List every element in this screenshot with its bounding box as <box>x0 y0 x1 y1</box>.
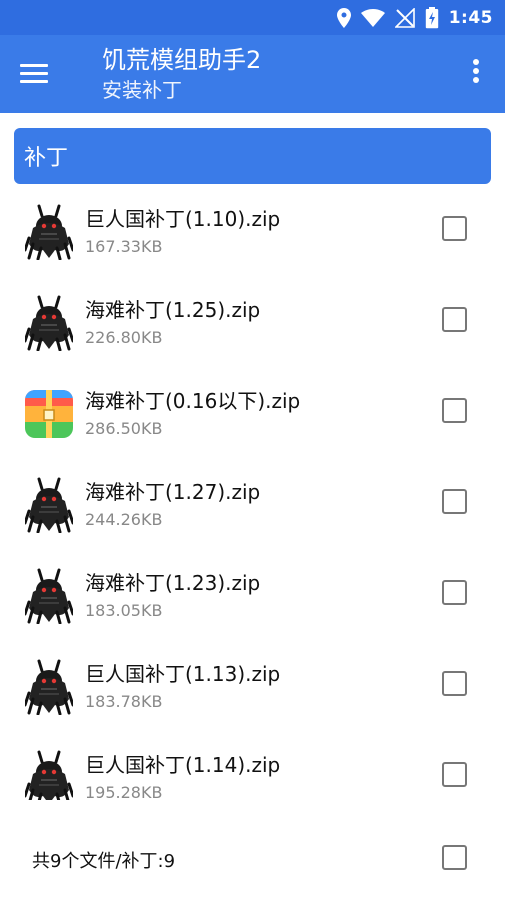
monster-icon <box>23 477 75 534</box>
app-title: 饥荒模组助手2 <box>102 46 262 74</box>
file-size: 183.78KB <box>85 692 163 711</box>
file-name: 海难补丁(1.27).zip <box>85 480 261 504</box>
select-all-checkbox[interactable] <box>442 845 467 870</box>
file-checkbox[interactable] <box>442 671 467 696</box>
file-summary: 共9个文件/补丁:9 <box>32 851 176 872</box>
file-size: 226.80KB <box>85 328 163 347</box>
hamburger-menu-icon[interactable] <box>20 59 58 89</box>
wifi-icon <box>360 9 385 27</box>
file-list-item[interactable]: 海难补丁(1.25).zip 226.80KB <box>0 275 505 366</box>
app-titles: 饥荒模组助手2 安装补丁 <box>102 44 261 104</box>
file-checkbox[interactable] <box>442 762 467 787</box>
status-bar: 1:45 <box>0 0 505 35</box>
file-list-item[interactable]: 巨人国补丁(1.10).zip 167.33KB <box>0 184 505 275</box>
status-time: 1:45 <box>448 8 493 28</box>
file-list-item[interactable]: 巨人国补丁(1.14).zip 195.28KB <box>0 730 505 800</box>
file-name: 海难补丁(0.16以下).zip <box>85 389 301 413</box>
monster-icon <box>23 659 75 716</box>
file-size: 244.26KB <box>85 510 163 529</box>
section-header: 补丁 <box>14 128 491 184</box>
footer: 共9个文件/补丁:9 <box>0 815 505 899</box>
section-title: 补丁 <box>24 146 69 171</box>
more-vert-icon[interactable] <box>471 59 481 89</box>
file-name: 海难补丁(1.23).zip <box>85 571 261 595</box>
file-name: 巨人国补丁(1.13).zip <box>85 662 281 686</box>
file-size: 167.33KB <box>85 237 163 256</box>
file-size: 183.05KB <box>85 601 163 620</box>
archive-icon <box>25 390 73 446</box>
app-subtitle: 安装补丁 <box>102 78 182 102</box>
file-name: 海难补丁(1.25).zip <box>85 298 261 322</box>
monster-icon <box>23 750 75 800</box>
app-bar: 饥荒模组助手2 安装补丁 <box>0 35 505 113</box>
location-icon <box>336 8 351 28</box>
file-checkbox[interactable] <box>442 398 467 423</box>
file-checkbox[interactable] <box>442 489 467 514</box>
no-signal-icon <box>394 8 415 28</box>
file-checkbox[interactable] <box>442 216 467 241</box>
battery-charging-icon <box>425 7 438 29</box>
monster-icon <box>23 204 75 261</box>
file-list-item[interactable]: 海难补丁(1.27).zip 244.26KB <box>0 457 505 548</box>
monster-icon <box>23 295 75 352</box>
file-name: 巨人国补丁(1.14).zip <box>85 753 281 777</box>
file-list-item[interactable]: 海难补丁(0.16以下).zip 286.50KB <box>0 366 505 457</box>
monster-icon <box>23 568 75 625</box>
file-checkbox[interactable] <box>442 580 467 605</box>
file-list[interactable]: 巨人国补丁(1.10).zip 167.33KB 海难补丁(1.25).zip 22… <box>0 184 505 800</box>
file-list-item[interactable]: 巨人国补丁(1.13).zip 183.78KB <box>0 639 505 730</box>
status-icons: 1:45 <box>336 7 493 29</box>
file-list-item[interactable]: 海难补丁(1.23).zip 183.05KB <box>0 548 505 639</box>
file-checkbox[interactable] <box>442 307 467 332</box>
file-size: 286.50KB <box>85 419 163 438</box>
file-name: 巨人国补丁(1.10).zip <box>85 207 281 231</box>
file-size: 195.28KB <box>85 783 163 800</box>
